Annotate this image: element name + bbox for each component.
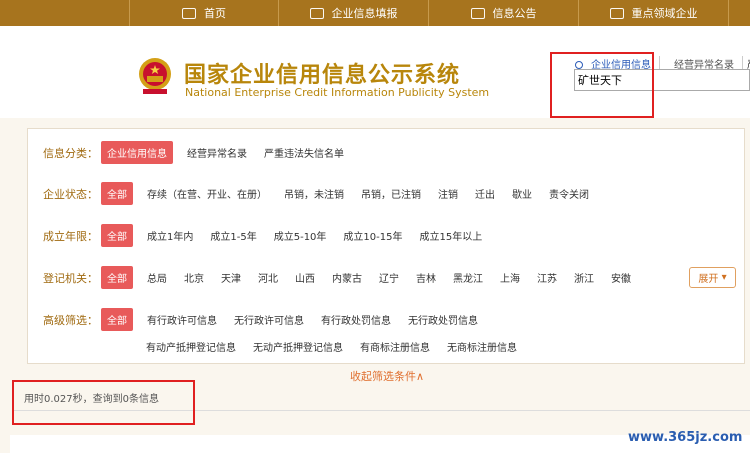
nav-key-sectors-label: 重点领域企业: [631, 7, 698, 20]
nav-home[interactable]: 首页: [129, 0, 279, 26]
top-nav: 首页 企业信息填报 信息公告 重点领域企业: [0, 0, 750, 26]
filter-row-status: 企业状态： 全部 存续（在营、开业、在册） 吊销，未注销 吊销，已注销 注销 迁…: [28, 182, 606, 205]
authority-option[interactable]: 江苏: [537, 270, 557, 285]
filter-row-advanced: 高级筛选： 全部 有行政许可信息 无行政许可信息 有行政处罚信息 无行政处罚信息: [28, 308, 495, 331]
site-title: 国家企业信用信息公示系统: [184, 63, 461, 88]
nav-announcement[interactable]: 信息公告: [429, 0, 579, 26]
age-chip-all[interactable]: 全部: [101, 224, 133, 247]
authority-option[interactable]: 天津: [221, 270, 241, 285]
filter-label: 企业状态：: [43, 187, 98, 201]
filter-row-category: 信息分类： 企业信用信息 经营异常名录 严重违法失信名单: [28, 141, 361, 164]
category-option[interactable]: 经营异常名录: [187, 145, 247, 160]
authority-option[interactable]: 北京: [184, 270, 204, 285]
filter-label: 登记机关：: [43, 271, 98, 285]
status-option[interactable]: 责令关闭: [549, 186, 589, 201]
search-input[interactable]: [574, 69, 750, 91]
advanced-option[interactable]: 有动产抵押登记信息: [146, 339, 236, 354]
filter-label: 信息分类：: [43, 146, 98, 160]
document-icon: [470, 7, 485, 19]
status-option[interactable]: 迁出: [475, 186, 495, 201]
category-chip-selected[interactable]: 企业信用信息: [101, 141, 173, 164]
age-option[interactable]: 成立5-10年: [274, 228, 327, 243]
filter-row-authority: 登记机关： 全部 总局 北京 天津 河北 山西 内蒙古 辽宁 吉林 黑龙江 上海…: [28, 266, 648, 289]
edit-icon: [309, 7, 324, 19]
expand-label: 展开: [698, 274, 719, 285]
status-option[interactable]: 歇业: [512, 186, 532, 201]
nav-home-label: 首页: [204, 7, 226, 20]
status-chip-all[interactable]: 全部: [101, 182, 133, 205]
status-option[interactable]: 存续（在营、开业、在册）: [147, 186, 267, 201]
authority-option[interactable]: 吉林: [416, 270, 436, 285]
status-option[interactable]: 吊销，未注销: [284, 186, 344, 201]
advanced-option[interactable]: 有商标注册信息: [360, 339, 430, 354]
expand-button[interactable]: 展开 ▾: [689, 267, 736, 288]
chevron-down-icon: ▾: [721, 272, 727, 283]
collapse-filters-link[interactable]: 收起筛选条件∧: [350, 368, 424, 384]
status-option[interactable]: 吊销，已注销: [361, 186, 421, 201]
search-icon: [575, 61, 583, 69]
monitor-icon: [182, 7, 196, 19]
speaker-icon: [609, 7, 624, 19]
authority-option[interactable]: 黑龙江: [453, 270, 483, 285]
advanced-option[interactable]: 无行政许可信息: [234, 312, 304, 327]
site-header: 国家企业信用信息公示系统 National Enterprise Credit …: [0, 26, 750, 118]
status-option[interactable]: 注销: [438, 186, 458, 201]
filter-row-age: 成立年限： 全部 成立1年内 成立1-5年 成立5-10年 成立10-15年 成…: [28, 224, 499, 247]
authority-option[interactable]: 河北: [258, 270, 278, 285]
nav-announcement-label: 信息公告: [492, 7, 537, 20]
authority-option[interactable]: 上海: [500, 270, 520, 285]
advanced-option[interactable]: 无商标注册信息: [447, 339, 517, 354]
age-option[interactable]: 成立1年内: [147, 228, 193, 243]
age-option[interactable]: 成立1-5年: [210, 228, 256, 243]
authority-option[interactable]: 安徽: [611, 270, 631, 285]
authority-option[interactable]: 内蒙古: [332, 270, 362, 285]
advanced-chip-all[interactable]: 全部: [101, 308, 133, 331]
advanced-option[interactable]: 无动产抵押登记信息: [253, 339, 343, 354]
advanced-option[interactable]: 有行政许可信息: [147, 312, 217, 327]
authority-option[interactable]: 浙江: [574, 270, 594, 285]
authority-option[interactable]: 总局: [147, 270, 167, 285]
nav-report-label: 企业信息填报: [331, 7, 398, 20]
authority-chip-all[interactable]: 全部: [101, 266, 133, 289]
site-subtitle: National Enterprise Credit Information P…: [185, 86, 490, 99]
authority-option[interactable]: 辽宁: [379, 270, 399, 285]
advanced-option[interactable]: 有行政处罚信息: [321, 312, 391, 327]
watermark: www.365jz.com: [628, 430, 743, 445]
national-emblem-icon: [139, 58, 171, 94]
nav-report[interactable]: 企业信息填报: [279, 0, 429, 26]
authority-option[interactable]: 山西: [295, 270, 315, 285]
result-summary: 用时0.027秒，查询到0条信息: [24, 394, 159, 405]
filter-row-advanced-2: 有动产抵押登记信息 无动产抵押登记信息 有商标注册信息 无商标注册信息: [146, 339, 534, 354]
advanced-option[interactable]: 无行政处罚信息: [408, 312, 478, 327]
category-option[interactable]: 严重违法失信名单: [264, 145, 344, 160]
age-option[interactable]: 成立10-15年: [343, 228, 402, 243]
filter-label: 成立年限：: [43, 229, 98, 243]
age-option[interactable]: 成立15年以上: [419, 228, 482, 243]
filter-panel: 信息分类： 企业信用信息 经营异常名录 严重违法失信名单 企业状态： 全部 存续…: [27, 128, 745, 364]
filter-label: 高级筛选：: [43, 313, 98, 327]
nav-key-sectors[interactable]: 重点领域企业: [579, 0, 729, 26]
